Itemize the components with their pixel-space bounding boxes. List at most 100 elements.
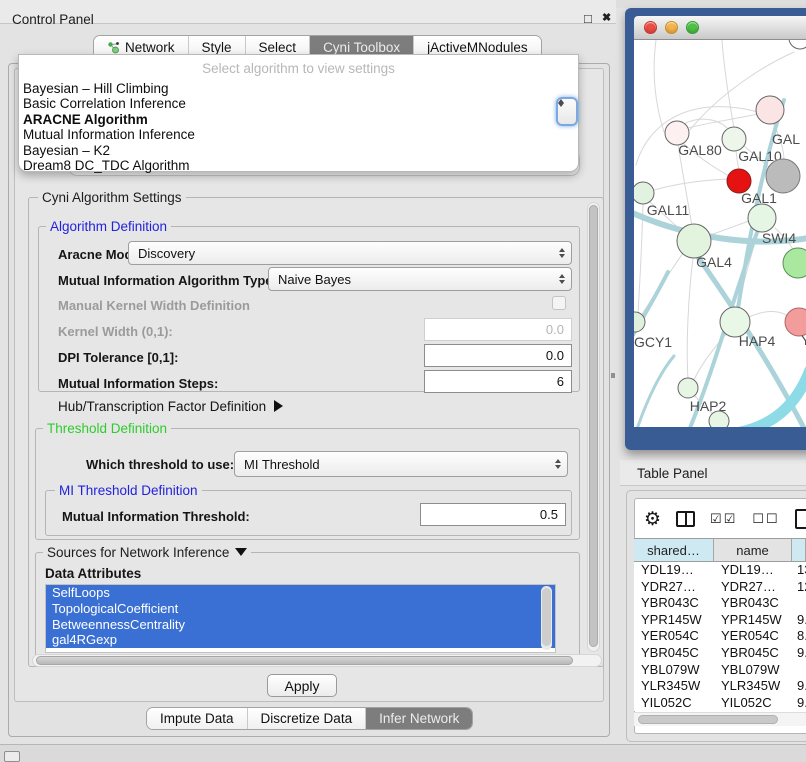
table-cell: YLR345W: [714, 678, 792, 695]
mi-threshold-field[interactable]: 0.5: [420, 503, 566, 526]
table-horizontal-scrollbar[interactable]: [634, 712, 806, 726]
node-label: GAL1: [741, 190, 777, 206]
tab-impute-data[interactable]: Impute Data: [147, 708, 247, 729]
table-row[interactable]: YDR27…YDR27…12: [634, 579, 806, 596]
data-attribute-item[interactable]: BetweennessCentrality: [46, 617, 555, 633]
panel-divider-handle[interactable]: [611, 373, 615, 378]
table-row[interactable]: YDL19…YDL19…13: [634, 562, 806, 579]
network-node[interactable]: [709, 411, 729, 427]
tab-discretize-data[interactable]: Discretize Data: [247, 708, 366, 729]
network-window-titlebar[interactable]: [634, 16, 806, 40]
network-edge[interactable]: [654, 40, 664, 132]
aracne-mode-select[interactable]: Discovery: [128, 241, 572, 265]
data-attribute-item[interactable]: SelfLoops: [46, 585, 555, 601]
table-toolbar: ⚙ ☑☑ ☐☐: [644, 506, 806, 532]
network-node-gal[interactable]: [756, 96, 784, 124]
algorithm-option[interactable]: Bayesian – K2: [19, 143, 578, 158]
network-node[interactable]: [783, 248, 806, 278]
algorithm-option[interactable]: ARACNE Algorithm: [19, 112, 578, 127]
column-header-partial[interactable]: [792, 538, 806, 562]
which-threshold-select[interactable]: MI Threshold: [234, 451, 568, 477]
data-attributes-list[interactable]: SelfLoopsTopologicalCoefficientBetweenne…: [45, 584, 556, 653]
network-edge[interactable]: [730, 370, 806, 427]
table-row[interactable]: YBR043CYBR043C: [634, 595, 806, 612]
document-icon[interactable]: [795, 509, 806, 529]
sources-legend[interactable]: Sources for Network Inference: [43, 545, 251, 560]
unchecked-pair-icon[interactable]: ☐☐: [752, 511, 779, 527]
status-bar-icon[interactable]: [4, 751, 20, 762]
network-edge[interactable]: [722, 40, 734, 128]
network-edge[interactable]: [638, 204, 643, 314]
hub-definition-toggle[interactable]: Hub/Transcription Factor Definition: [58, 399, 283, 414]
table-cell: YBR043C: [634, 595, 714, 612]
network-node-swi4[interactable]: [748, 204, 776, 232]
focused-combo-stepper[interactable]: [556, 97, 578, 126]
settings-vertical-scrollbar[interactable]: [587, 202, 600, 652]
control-panel-title: Control Panel: [12, 12, 94, 27]
float-panel-icon[interactable]: □: [584, 11, 592, 26]
table-cell: YPR145W: [634, 612, 714, 629]
algorithm-list: Bayesian – Hill ClimbingBasic Correlatio…: [19, 81, 578, 173]
algorithm-option[interactable]: Dream8 DC_TDC Algorithm: [19, 158, 578, 173]
stepper-arrows-icon: [555, 459, 561, 469]
network-edge[interactable]: [687, 258, 693, 379]
network-edge[interactable]: [710, 221, 749, 235]
tab-impute-data-label: Impute Data: [160, 711, 234, 726]
table-row[interactable]: YIL052CYIL052C9.: [634, 695, 806, 711]
table-row[interactable]: YER054CYER054C8.: [634, 628, 806, 645]
network-node[interactable]: [766, 159, 800, 193]
dpi-tolerance-field[interactable]: 0.0: [424, 344, 572, 367]
data-attribute-item[interactable]: TopologicalCoefficient: [46, 601, 555, 617]
checked-pair-icon[interactable]: ☑☑: [710, 511, 737, 527]
gear-icon[interactable]: ⚙: [644, 510, 661, 529]
network-node-gal4[interactable]: [677, 224, 711, 258]
network-edge[interactable]: [749, 311, 786, 317]
settings-horizontal-scrollbar[interactable]: [32, 654, 602, 667]
network-node-gal11[interactable]: [634, 182, 654, 204]
algorithm-option[interactable]: Basic Correlation Inference: [19, 96, 578, 111]
aracne-mode-value: Discovery: [138, 246, 195, 261]
algorithm-definition-legend: Algorithm Definition: [46, 219, 171, 234]
column-header-shared-name[interactable]: shared…: [634, 538, 714, 562]
tab-infer-network[interactable]: Infer Network: [365, 708, 472, 729]
table-row[interactable]: YLR345WYLR345W9.: [634, 678, 806, 695]
table-cell: 8.: [792, 628, 806, 645]
mi-algorithm-type-select[interactable]: Naive Bayes: [268, 267, 572, 291]
close-window-button[interactable]: [644, 21, 657, 34]
zoom-window-button[interactable]: [686, 21, 699, 34]
network-canvas[interactable]: GALGAL80GAL10GAL1GAL11SWI4GAL4GCY1HAP4YH…: [634, 40, 806, 427]
table-row[interactable]: YPR145WYPR145W9.: [634, 612, 806, 629]
minimize-window-button[interactable]: [665, 21, 678, 34]
column-header-name[interactable]: name: [714, 538, 792, 562]
mi-steps-field[interactable]: 6: [424, 370, 572, 393]
table-row[interactable]: YBR045CYBR045C9.: [634, 645, 806, 662]
table-cell: 9.: [792, 612, 806, 629]
network-edge[interactable]: [636, 356, 674, 427]
table-cell: YLR345W: [634, 678, 714, 695]
network-node-hap2[interactable]: [678, 378, 698, 398]
network-canvas-svg: GALGAL80GAL10GAL1GAL11SWI4GAL4GCY1HAP4YH…: [634, 40, 806, 427]
bottom-tabbar: Impute Data Discretize Data Infer Networ…: [146, 707, 473, 730]
table-cell: YBL079W: [634, 662, 714, 679]
table-header-row: shared… name: [634, 538, 806, 562]
algorithm-option[interactable]: Mutual Information Inference: [19, 127, 578, 142]
table-rows[interactable]: YDL19…YDL19…13YDR27…YDR27…12YBR043CYBR04…: [634, 562, 806, 711]
hub-definition-label: Hub/Transcription Factor Definition: [58, 399, 266, 414]
network-edge[interactable]: [654, 179, 728, 190]
apply-button[interactable]: Apply: [267, 674, 337, 697]
stepper-arrows-icon: [559, 274, 565, 284]
manual-kernel-width-checkbox[interactable]: [552, 296, 566, 310]
close-panel-icon[interactable]: ✖: [602, 11, 611, 24]
threshold-definition-legend: Threshold Definition: [43, 421, 171, 436]
algorithm-option[interactable]: Bayesian – Hill Climbing: [19, 81, 578, 96]
tab-network-label: Network: [125, 40, 175, 55]
stepper-arrows-icon: [559, 248, 565, 258]
table-row[interactable]: YBL079WYBL079W: [634, 662, 806, 679]
network-node[interactable]: [789, 40, 806, 49]
attributes-list-scrollbar[interactable]: [541, 586, 552, 650]
kernel-width-field[interactable]: 0.0: [424, 318, 572, 341]
data-attribute-item[interactable]: gal4RGexp: [46, 632, 555, 648]
network-edge[interactable]: [688, 114, 758, 128]
table-cell: YBR045C: [634, 645, 714, 662]
split-columns-icon[interactable]: [676, 511, 695, 527]
